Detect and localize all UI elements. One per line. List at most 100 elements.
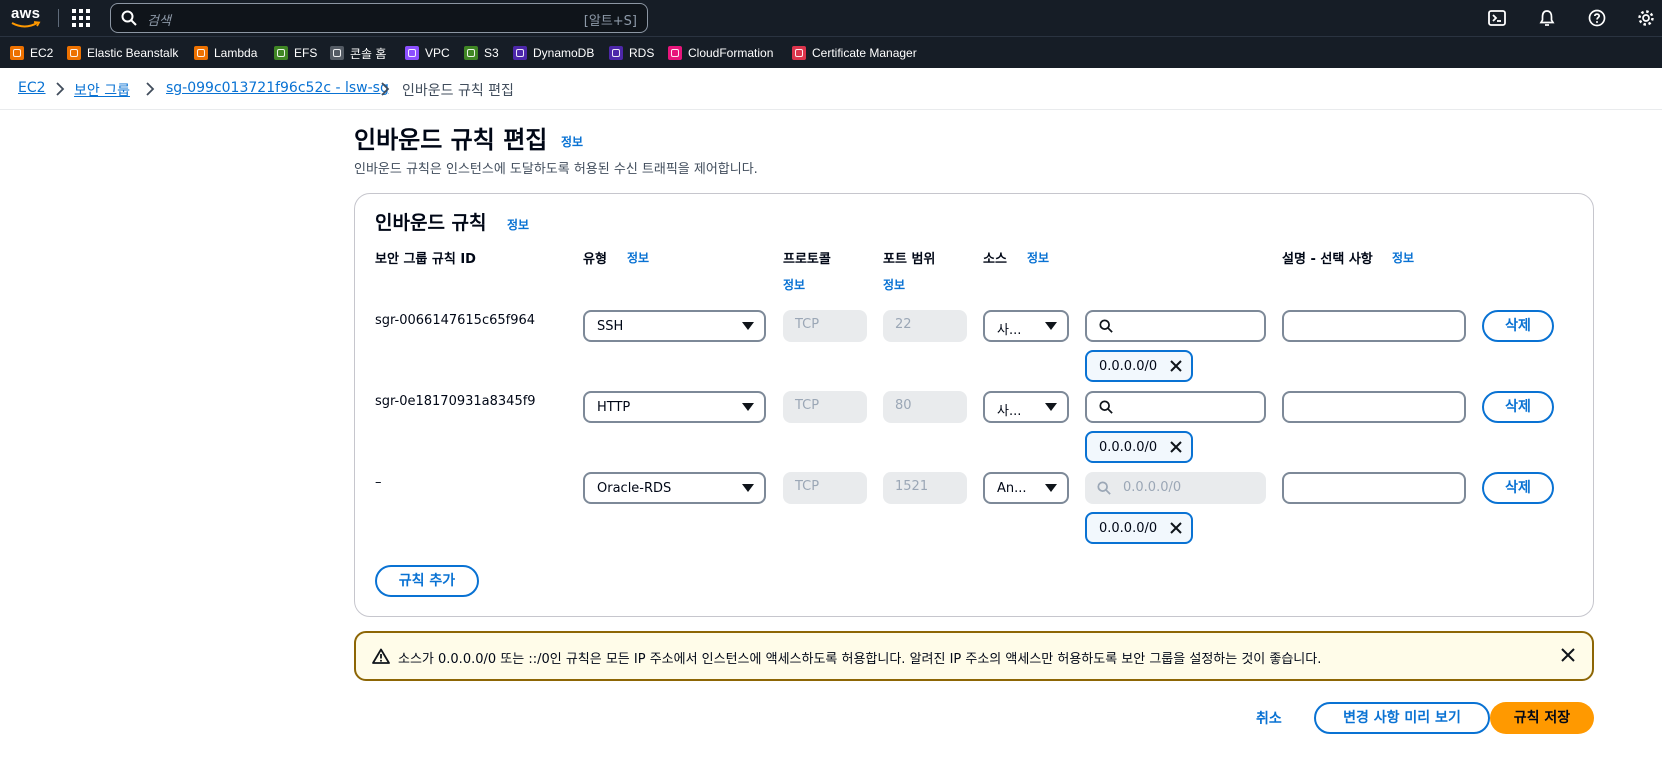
efs-icon — [274, 46, 288, 60]
aws-logo[interactable]: aws — [11, 6, 45, 32]
save-rules-button[interactable]: 규칙 저장 — [1490, 702, 1594, 734]
favorite-lambda[interactable]: Lambda — [194, 45, 257, 61]
source-token-value: 0.0.0.0/0 — [1099, 359, 1158, 374]
type-select-value: HTTP — [597, 400, 631, 415]
source-type-select[interactable]: 사... — [983, 391, 1069, 423]
panel-info-link[interactable]: 정보 — [507, 216, 529, 233]
source-token-value: 0.0.0.0/0 — [1099, 440, 1158, 455]
close-icon[interactable] — [1169, 440, 1183, 454]
type-select[interactable]: HTTP — [583, 391, 766, 423]
favorite-elastic-beanstalk[interactable]: Elastic Beanstalk — [67, 45, 178, 61]
delete-button[interactable]: 삭제 — [1482, 472, 1554, 504]
favorite-console-home[interactable]: 콘솔 홈 — [330, 45, 386, 61]
source-token: 0.0.0.0/0 — [1085, 512, 1193, 544]
column-port-range: 포트 범위 — [883, 252, 936, 267]
favorite-label: 콘솔 홈 — [350, 46, 387, 61]
chevron-right-icon — [56, 82, 65, 96]
source-search-value: 0.0.0.0/0 — [1123, 480, 1182, 495]
close-icon[interactable] — [1169, 521, 1183, 535]
favorite-efs[interactable]: EFS — [274, 45, 317, 61]
certificate-manager-icon — [792, 46, 806, 60]
inbound-rules-panel: 인바운드 규칙 정보 보안 그룹 규칙 ID 유형 정보 프로토콜 정보 포트 … — [354, 193, 1594, 617]
favorite-rds[interactable]: RDS — [609, 45, 654, 61]
type-select-value: SSH — [597, 319, 624, 334]
gear-icon[interactable] — [1637, 9, 1655, 27]
source-type-select[interactable]: 사... — [983, 310, 1069, 342]
favorites-bar: EC2 Elastic Beanstalk Lambda EFS 콘솔 홈 VP… — [0, 36, 1662, 68]
page-title: 인바운드 규칙 편집 — [354, 126, 548, 154]
column-rule-id: 보안 그룹 규칙 ID — [375, 252, 476, 267]
apps-grid-icon[interactable] — [72, 9, 90, 27]
favorite-label: DynamoDB — [533, 46, 595, 60]
source-token: 0.0.0.0/0 — [1085, 431, 1193, 463]
favorite-label: CloudFormation — [688, 46, 774, 60]
favorite-cloudformation[interactable]: CloudFormation — [668, 45, 773, 61]
breadcrumb-security-groups[interactable]: 보안 그룹 — [74, 80, 130, 100]
search-icon — [121, 10, 137, 26]
search-input[interactable]: 검색 [알트+S] — [110, 3, 648, 33]
aws-smile-icon — [11, 21, 41, 28]
description-input[interactable] — [1282, 391, 1466, 423]
source-search-input[interactable] — [1085, 310, 1266, 342]
bell-icon[interactable] — [1538, 9, 1556, 27]
column-protocol: 프로토콜 — [783, 252, 831, 267]
breadcrumb-ec2[interactable]: EC2 — [18, 80, 46, 96]
column-source-info-link[interactable]: 정보 — [1027, 249, 1049, 266]
description-input[interactable] — [1282, 310, 1466, 342]
search-icon — [1097, 481, 1111, 495]
type-select[interactable]: SSH — [583, 310, 766, 342]
column-description-info-link[interactable]: 정보 — [1392, 249, 1414, 266]
description-input[interactable] — [1282, 472, 1466, 504]
close-icon[interactable] — [1169, 359, 1183, 373]
dynamodb-icon — [513, 46, 527, 60]
help-icon[interactable] — [1588, 9, 1606, 27]
s3-icon — [464, 46, 478, 60]
favorite-label: EC2 — [30, 46, 54, 60]
port-range-field: 22 — [883, 310, 967, 342]
breadcrumb-security-group[interactable]: sg-099c013721f96c52c - lsw-sg — [166, 80, 389, 96]
divider — [0, 109, 1662, 110]
aws-logo-text: aws — [11, 5, 41, 22]
protocol-field: TCP — [783, 310, 867, 342]
add-rule-button[interactable]: 규칙 추가 — [375, 565, 479, 597]
delete-button[interactable]: 삭제 — [1482, 310, 1554, 342]
favorite-ec2[interactable]: EC2 — [10, 45, 53, 61]
close-icon[interactable] — [1560, 647, 1576, 663]
delete-button[interactable]: 삭제 — [1482, 391, 1554, 423]
column-port-info-link[interactable]: 정보 — [883, 276, 905, 293]
favorite-label: VPC — [425, 46, 450, 60]
column-protocol-info-link[interactable]: 정보 — [783, 276, 805, 293]
favorite-vpc[interactable]: VPC — [405, 45, 450, 61]
rule-id: – — [375, 475, 382, 490]
type-select[interactable]: Oracle-RDS — [583, 472, 766, 504]
warning-icon — [372, 648, 390, 664]
source-token-value: 0.0.0.0/0 — [1099, 521, 1158, 536]
lambda-icon — [194, 46, 208, 60]
top-navigation: aws 검색 [알트+S] — [0, 0, 1662, 36]
source-type-select[interactable]: An... — [983, 472, 1069, 504]
cancel-button[interactable]: 취소 — [1256, 708, 1282, 728]
favorite-certificate-manager[interactable]: Certificate Manager — [792, 45, 917, 61]
favorite-s3[interactable]: S3 — [464, 45, 499, 61]
column-type: 유형 — [583, 252, 607, 267]
caret-down-icon — [1045, 484, 1057, 492]
rule-id: sgr-0066147615c65f964 — [375, 313, 536, 328]
favorite-label: EFS — [294, 46, 318, 60]
caret-down-icon — [1045, 403, 1057, 411]
preview-changes-button[interactable]: 변경 사항 미리 보기 — [1314, 702, 1490, 734]
page-info-link[interactable]: 정보 — [561, 133, 583, 150]
favorite-label: Elastic Beanstalk — [87, 46, 179, 60]
ec2-icon — [10, 46, 24, 60]
column-description: 설명 - 선택 사항 — [1282, 252, 1373, 267]
column-type-info-link[interactable]: 정보 — [627, 249, 649, 266]
chevron-right-icon — [146, 82, 155, 96]
rds-icon — [609, 46, 623, 60]
source-search-input[interactable] — [1085, 391, 1266, 423]
caret-down-icon — [742, 403, 754, 411]
favorite-dynamodb[interactable]: DynamoDB — [513, 45, 594, 61]
cloudshell-icon[interactable] — [1488, 9, 1506, 27]
breadcrumb-current: 인바운드 규칙 편집 — [402, 83, 514, 99]
caret-down-icon — [1045, 322, 1057, 330]
vpc-icon — [405, 46, 419, 60]
search-placeholder: 검색 — [147, 14, 171, 29]
